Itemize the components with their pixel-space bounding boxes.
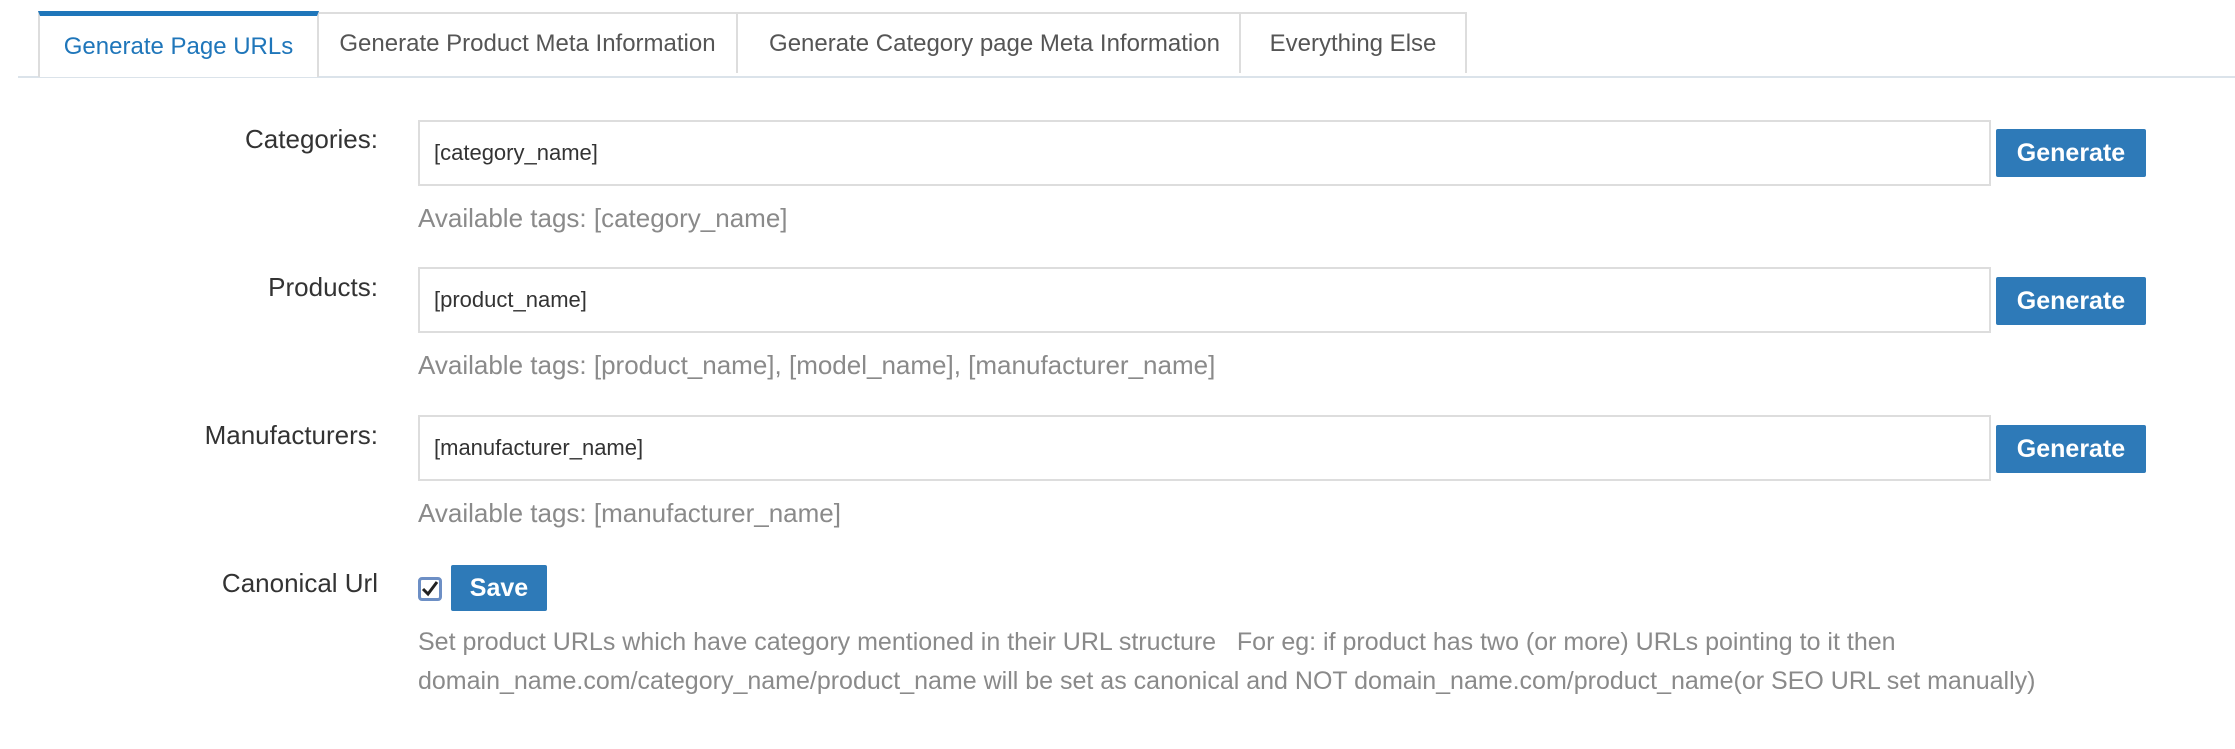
- checkmark-icon: [421, 581, 439, 597]
- generate-manufacturers-button[interactable]: Generate: [1996, 425, 2146, 473]
- tab-generate-page-urls[interactable]: Generate Page URLs: [38, 11, 319, 77]
- generate-categories-button[interactable]: Generate: [1996, 129, 2146, 177]
- canonical-description-line-2: domain_name.com/category_name/product_na…: [418, 667, 2036, 695]
- tab-generate-category-meta[interactable]: Generate Category page Meta Information: [736, 12, 1253, 73]
- canonical-description: Set product URLs which have category men…: [418, 623, 2035, 701]
- canonical-url-checkbox[interactable]: [418, 577, 442, 601]
- tab-everything-else[interactable]: Everything Else: [1239, 12, 1467, 73]
- canonical-description-line-1: Set product URLs which have category men…: [418, 628, 1896, 656]
- products-help-text: Available tags: [product_name], [model_n…: [418, 350, 1216, 380]
- products-pattern-input[interactable]: [418, 267, 1991, 333]
- tab-bar: Generate Page URLs Generate Product Meta…: [18, 11, 2235, 78]
- categories-pattern-input[interactable]: [418, 120, 1991, 186]
- manufacturers-pattern-input[interactable]: [418, 415, 1991, 481]
- products-label: Products:: [268, 272, 378, 302]
- save-canonical-button[interactable]: Save: [451, 565, 547, 611]
- generate-products-button[interactable]: Generate: [1996, 277, 2146, 325]
- categories-help-text: Available tags: [category_name]: [418, 203, 788, 233]
- tab-generate-product-meta[interactable]: Generate Product Meta Information: [304, 12, 751, 73]
- manufacturers-label: Manufacturers:: [204, 420, 378, 450]
- canonical-url-label: Canonical Url: [221, 568, 378, 598]
- categories-label: Categories:: [245, 124, 378, 154]
- manufacturers-help-text: Available tags: [manufacturer_name]: [418, 498, 841, 528]
